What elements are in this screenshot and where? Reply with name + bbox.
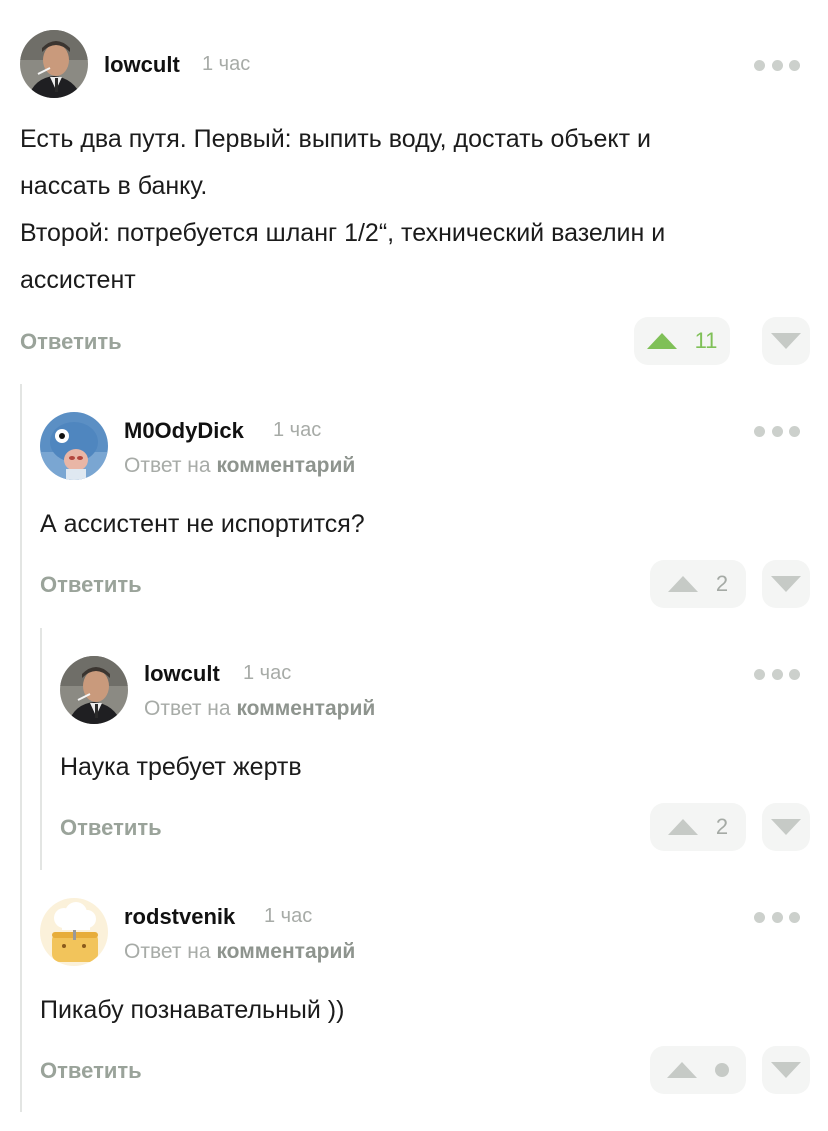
vote-score-hidden xyxy=(715,1063,729,1077)
downvote-button[interactable] xyxy=(762,1046,810,1094)
more-options-button[interactable] xyxy=(754,910,800,924)
more-dots-icon xyxy=(789,911,800,923)
more-dots-icon xyxy=(771,911,783,923)
reply-button[interactable]: Ответить xyxy=(40,1058,142,1084)
avatar[interactable] xyxy=(40,898,108,966)
reply-to-prefix: Ответ на xyxy=(124,940,211,963)
reply-to-link[interactable]: комментарий xyxy=(216,940,355,963)
reply-to: Ответ на комментарий xyxy=(124,940,355,964)
comment-time: 1 час xyxy=(264,905,313,927)
downvote-arrow-icon xyxy=(771,1062,801,1078)
comment-text: Пикабу познавательный )) xyxy=(40,996,345,1024)
upvote-button[interactable] xyxy=(650,1046,746,1094)
username[interactable]: rodstvenik xyxy=(124,904,235,930)
more-dots-icon xyxy=(754,911,765,923)
comment: rodstvenik 1 час Ответ на комментарий Пи… xyxy=(0,0,828,1131)
avatar-chef-bread-icon xyxy=(40,898,108,966)
upvote-arrow-icon xyxy=(667,1062,697,1078)
